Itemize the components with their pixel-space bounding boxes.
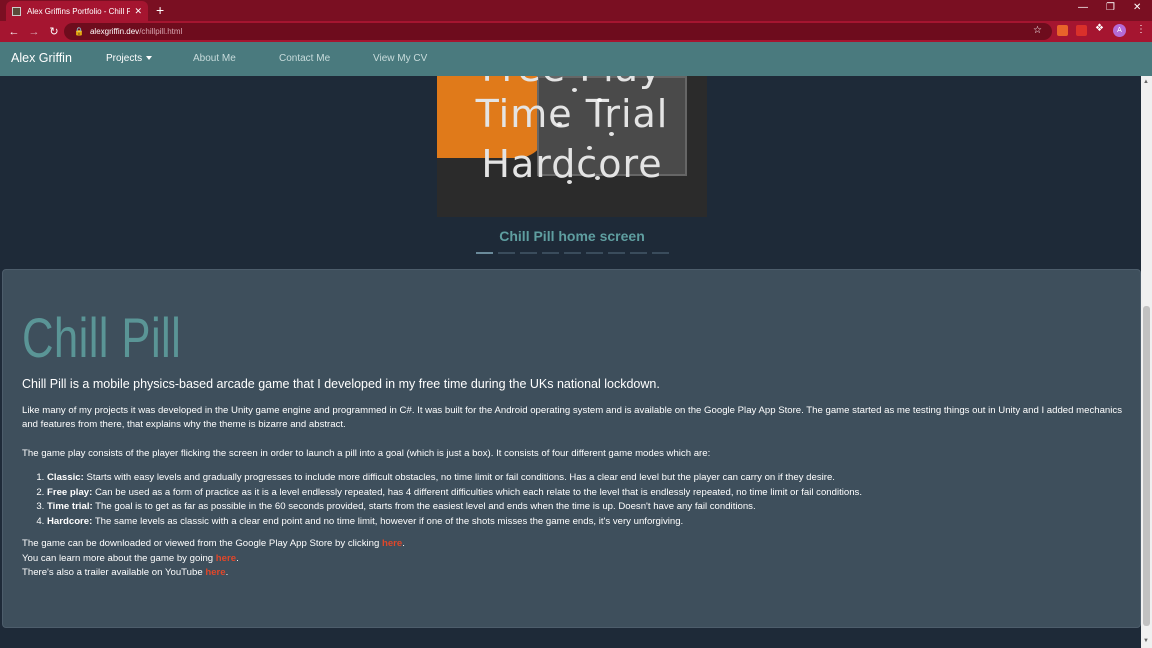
mode-name: Hardcore: [47, 515, 93, 527]
project-description: Like many of my projects it was develope… [22, 405, 1122, 430]
site-navbar: Alex Griffin Projects About Me Contact M… [0, 42, 1152, 76]
learn-more-link[interactable]: here [216, 553, 236, 564]
trailer-text: There's also a trailer available on YouT… [22, 567, 206, 578]
profile-avatar[interactable]: A [1113, 24, 1126, 37]
scrollbar-thumb[interactable] [1143, 306, 1150, 626]
youtube-trailer-link[interactable]: here [205, 567, 225, 578]
carousel-indicator[interactable] [564, 252, 581, 254]
project-lead: Chill Pill is a mobile physics-based arc… [22, 377, 660, 391]
url-domain: alexgriffin.dev [89, 27, 140, 36]
carousel-indicator[interactable] [630, 252, 647, 254]
period: . [402, 538, 405, 549]
forward-icon[interactable]: → [28, 26, 40, 38]
browser-tab-bar: Alex Griffins Portfolio - Chill Pill ✕ +… [0, 0, 1152, 21]
site-brand[interactable]: Alex Griffin [11, 51, 72, 65]
carousel-indicator[interactable] [520, 252, 537, 254]
mode-name: Time trial: [47, 501, 93, 512]
close-window-icon[interactable]: ✕ [1133, 2, 1141, 13]
image-mode-time-trial: Time Trial [475, 92, 669, 136]
mode-desc: The same levels as classic with a clear … [92, 515, 684, 527]
pill-dot [587, 146, 592, 150]
mode-desc: Starts with easy levels and gradually pr… [83, 472, 835, 483]
nav-projects-label: Projects [106, 53, 143, 64]
url-path: /chillpill.html [139, 27, 183, 36]
nav-contact-me[interactable]: Contact Me [279, 53, 330, 64]
carousel-image: Free Play Time Trial Hardcore [437, 76, 707, 217]
pill-dot [557, 122, 562, 126]
back-icon[interactable]: ← [8, 26, 20, 38]
carousel-indicator[interactable] [608, 252, 625, 254]
mode-name: Free play: [47, 486, 93, 498]
carousel-indicators [476, 252, 669, 254]
list-item: Hardcore: The same levels as classic wit… [47, 515, 1127, 530]
bookmark-star-icon[interactable]: ☆ [1033, 25, 1042, 36]
browser-tab[interactable]: Alex Griffins Portfolio - Chill Pill ✕ [6, 1, 148, 21]
gameplay-description: The game play consists of the player fli… [22, 448, 711, 459]
lock-icon: 🔒 [74, 27, 84, 36]
restore-icon[interactable]: ❐ [1106, 2, 1115, 13]
extensions-puzzle-icon[interactable]: ❖ [1095, 23, 1106, 34]
image-mode-hardcore: Hardcore [481, 142, 663, 186]
pill-dot [595, 176, 600, 180]
pill-dot [597, 98, 602, 102]
carousel-indicator[interactable] [498, 252, 515, 254]
scroll-up-icon[interactable]: ▲ [1143, 79, 1149, 85]
nav-about-me[interactable]: About Me [193, 53, 236, 64]
period: . [225, 567, 229, 578]
pill-dot [609, 132, 614, 136]
dropdown-caret-icon [146, 56, 153, 61]
address-bar[interactable]: 🔒 alexgriffin.dev/chillpill.html ☆ [64, 23, 1052, 40]
trailer-line: There's also a trailer available on YouT… [22, 567, 228, 578]
carousel-indicator[interactable] [542, 252, 559, 254]
list-item: Free play: Can be used as a form of prac… [47, 486, 1127, 501]
mode-desc: Can be used as a form of practice as it … [92, 486, 863, 498]
scroll-down-icon[interactable]: ▼ [1143, 638, 1149, 644]
browser-toolbar: ← → ↻ 🔒 alexgriffin.dev/chillpill.html ☆ [0, 21, 1152, 42]
pill-dot [572, 88, 577, 92]
download-text: The game can be downloaded or viewed fro… [22, 538, 382, 549]
minimize-icon[interactable]: — [1078, 2, 1088, 13]
browser-menu-icon[interactable]: ⋮ [1136, 24, 1146, 35]
mode-desc: The goal is to get as far as possible in… [92, 501, 756, 512]
google-play-link[interactable]: here [382, 538, 402, 549]
project-card: Chill Pill Chill Pill is a mobile physic… [2, 269, 1141, 628]
learn-text: You can learn more about the game by goi… [22, 553, 216, 564]
carousel-caption: Chill Pill home screen [499, 228, 645, 244]
carousel-indicator[interactable] [652, 252, 669, 254]
nav-view-cv[interactable]: View My CV [373, 53, 427, 64]
tab-close-icon[interactable]: ✕ [134, 6, 142, 17]
page-title: Chill Pill [22, 306, 182, 369]
favicon-icon [12, 6, 21, 16]
new-tab-button[interactable]: + [156, 2, 164, 18]
extension-icon-2[interactable] [1076, 25, 1087, 36]
list-item: Time trial: The goal is to get as far as… [47, 500, 1127, 515]
learn-more-line: You can learn more about the game by goi… [22, 553, 239, 564]
pill-dot [567, 180, 572, 184]
list-item: Classic: Starts with easy levels and gra… [47, 471, 1127, 486]
carousel-indicator[interactable] [586, 252, 603, 254]
nav-projects[interactable]: Projects [106, 53, 153, 64]
carousel-indicator[interactable] [476, 252, 493, 254]
game-modes-list: Classic: Starts with easy levels and gra… [47, 471, 1127, 529]
reload-icon[interactable]: ↻ [48, 25, 60, 38]
tab-title: Alex Griffins Portfolio - Chill Pill [27, 6, 131, 16]
extension-icon-1[interactable] [1057, 25, 1068, 36]
mode-name: Classic: [47, 472, 84, 483]
period: . [236, 553, 239, 564]
download-line: The game can be downloaded or viewed fro… [22, 538, 405, 549]
